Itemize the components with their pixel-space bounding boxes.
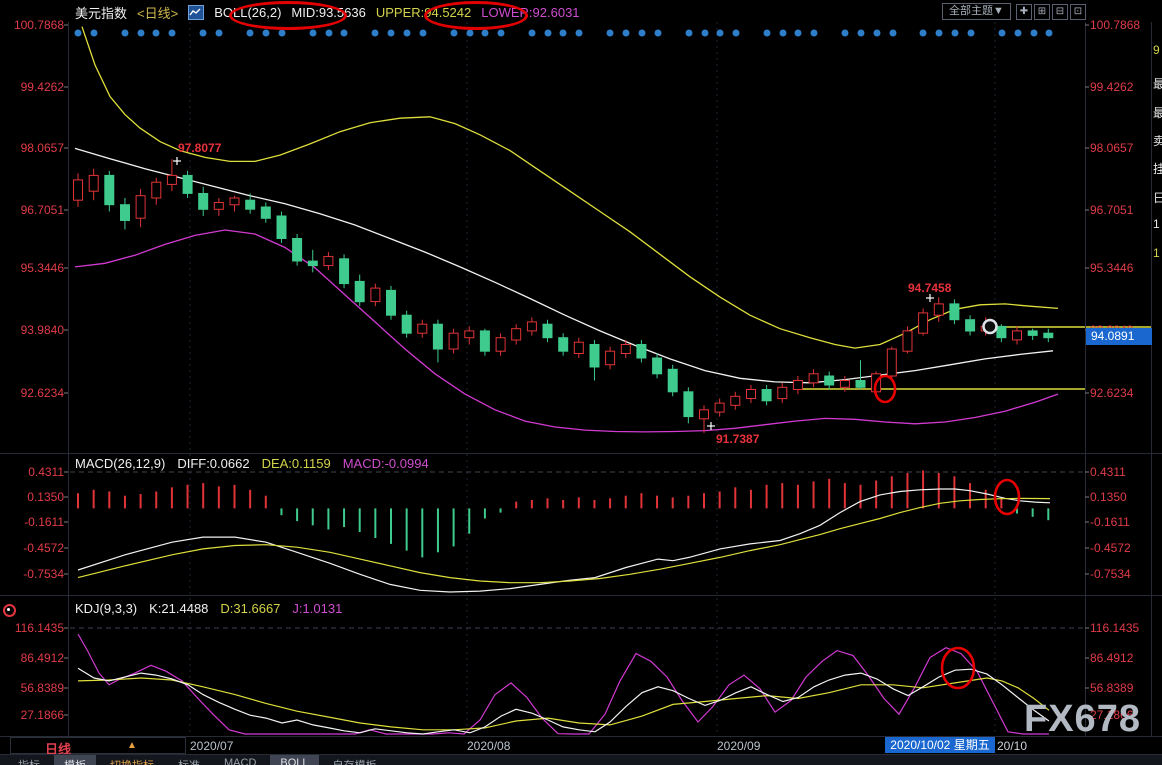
quote-panel-clipped-text: 1 (1153, 217, 1160, 231)
quote-panel-clipped-text: 最 (1153, 77, 1162, 91)
quote-panel-clipped-text: 卖 (1153, 134, 1162, 148)
macd-dea-value: DEA:0.1159 (261, 456, 331, 471)
kdj-axis-label-left: 56.8389 (20, 681, 64, 695)
macd-axis-label-left: -0.7534 (23, 567, 64, 581)
date-axis-label: 2020/08 (467, 739, 511, 753)
zoom-out-icon[interactable]: ⊟ (1051, 3, 1068, 20)
main-axis-label-left: 99.4262 (20, 80, 64, 94)
main-axis-label-left: 100.7868 (13, 18, 64, 32)
period-selector[interactable]: 日线 ▲ (10, 737, 186, 757)
quote-panel-clipped-text: 日 (1153, 191, 1162, 205)
annotation-high-97: 97.8077 (178, 141, 222, 155)
chart-canvas[interactable] (0, 0, 1162, 765)
toolbar-tab-3[interactable]: 切换指标 (100, 755, 164, 765)
macd-axis-label-right: -0.7534 (1090, 567, 1131, 581)
kdj-j-value: J:1.0131 (292, 601, 343, 616)
annotation-high-94: 94.7458 (908, 281, 952, 295)
symbol-name: 美元指数 (75, 6, 128, 21)
macd-axis-label-right: 0.4311 (1090, 465, 1126, 479)
period-expand-icon: ▲ (127, 740, 137, 751)
kdj-k-value: K:21.4488 (149, 601, 209, 616)
date-label-next: 20/10 (997, 739, 1028, 753)
quote-panel-clipped-text: 最 (1153, 106, 1162, 120)
price-crosshair-badge: 94.0891 (1086, 328, 1152, 345)
toolbar-tab-1[interactable]: 指标 (8, 755, 50, 765)
quote-panel-clipped-text: 1 (1153, 246, 1160, 260)
fx678-watermark: FX678 (1024, 698, 1141, 740)
kdj-header: KDJ(9,3,3) K:21.4488 D:31.6667 J:1.0131 (75, 601, 342, 616)
period-label: <日线> (137, 6, 179, 21)
annotation-low-91: 91.7387 (716, 432, 760, 446)
selected-date-badge: 2020/10/02 星期五 (885, 737, 995, 753)
kdj-title[interactable]: KDJ(9,3,3) (75, 601, 137, 616)
macd-axis-label-left: -0.1611 (24, 515, 64, 529)
macd-axis-label-right: -0.4572 (1090, 541, 1131, 555)
main-axis-label-left: 95.3446 (20, 261, 64, 275)
macd-header: MACD(26,12,9) DIFF:0.0662 DEA:0.1159 MAC… (75, 456, 429, 471)
annotation-ellipse-lower (424, 1, 528, 30)
main-axis-label-right: 96.7051 (1090, 203, 1134, 217)
top-toolbar: 全部主题▼ ✚ ⊞ ⊟ ⊡ (942, 3, 1086, 20)
kdj-axis-label-left: 86.4912 (20, 651, 64, 665)
macd-axis-label-left: 0.4311 (28, 465, 64, 479)
toolbar-tab-6[interactable]: BOLL (270, 755, 319, 765)
main-axis-label-right: 98.0657 (1090, 141, 1134, 155)
main-axis-label-left: 93.9840 (20, 323, 64, 337)
quote-panel-clipped-text: 挂 (1153, 162, 1162, 176)
quote-panel-clipped-text: 9 (1153, 43, 1160, 57)
kdj-axis-label-right: 116.1435 (1090, 621, 1140, 635)
kdj-d-value: D:31.6667 (220, 601, 281, 616)
macd-title[interactable]: MACD(26,12,9) (75, 456, 165, 471)
main-axis-label-left: 96.7051 (20, 203, 64, 217)
toolbar-tab-7[interactable]: 自存模板 (323, 755, 387, 765)
kdj-indicator-icon[interactable] (3, 604, 16, 617)
macd-diff-value: DIFF:0.0662 (177, 456, 250, 471)
macd-value: MACD:-0.0994 (342, 456, 429, 471)
kdj-axis-label-right: 56.8389 (1090, 681, 1134, 695)
trading-app-window: 美元指数 <日线> BOLL(26,2) MID:93.5636 UPPER:9… (0, 0, 1162, 765)
indicator-chart-icon (188, 5, 205, 20)
main-axis-label-right: 92.6234 (1090, 386, 1134, 400)
pan-icon[interactable]: ✚ (1015, 3, 1032, 20)
date-axis-label: 2020/07 (190, 739, 234, 753)
main-axis-label-right: 95.3446 (1090, 261, 1134, 275)
theme-dropdown[interactable]: 全部主题▼ (942, 3, 1011, 20)
macd-axis-label-left: 0.1350 (27, 490, 64, 504)
indicator-toolbar: 指标模板切换指标标准 MACD BOLL 自存模板 (0, 754, 1162, 765)
scale-tools: ✚ ⊞ ⊟ ⊡ (1015, 3, 1086, 20)
date-axis-row: 日线 ▲ 2020/07 2020/08 2020/09 2020/10/02 星期… (0, 737, 1162, 757)
reset-view-icon[interactable]: ⊡ (1069, 3, 1086, 20)
kdj-axis-label-right: 86.4912 (1090, 651, 1134, 665)
kdj-axis-label-left: 116.1435 (14, 621, 64, 635)
main-axis-label-left: 98.0657 (20, 141, 64, 155)
zoom-in-icon[interactable]: ⊞ (1033, 3, 1050, 20)
toolbar-tab-5[interactable]: MACD (214, 755, 266, 765)
macd-axis-label-right: 0.1350 (1090, 490, 1127, 504)
annotation-ellipse-mid (229, 1, 347, 30)
main-axis-label-left: 92.6234 (20, 386, 64, 400)
date-axis-label: 2020/09 (717, 739, 761, 753)
kdj-axis-label-left: 27.1866 (20, 708, 64, 722)
main-axis-label-right: 100.7868 (1090, 18, 1141, 32)
macd-axis-label-left: -0.4572 (23, 541, 64, 555)
toolbar-tab-4[interactable]: 标准 (168, 755, 210, 765)
macd-axis-label-right: -0.1611 (1090, 515, 1130, 529)
toolbar-tab-2[interactable]: 模板 (54, 755, 96, 765)
main-axis-label-right: 99.4262 (1090, 80, 1134, 94)
